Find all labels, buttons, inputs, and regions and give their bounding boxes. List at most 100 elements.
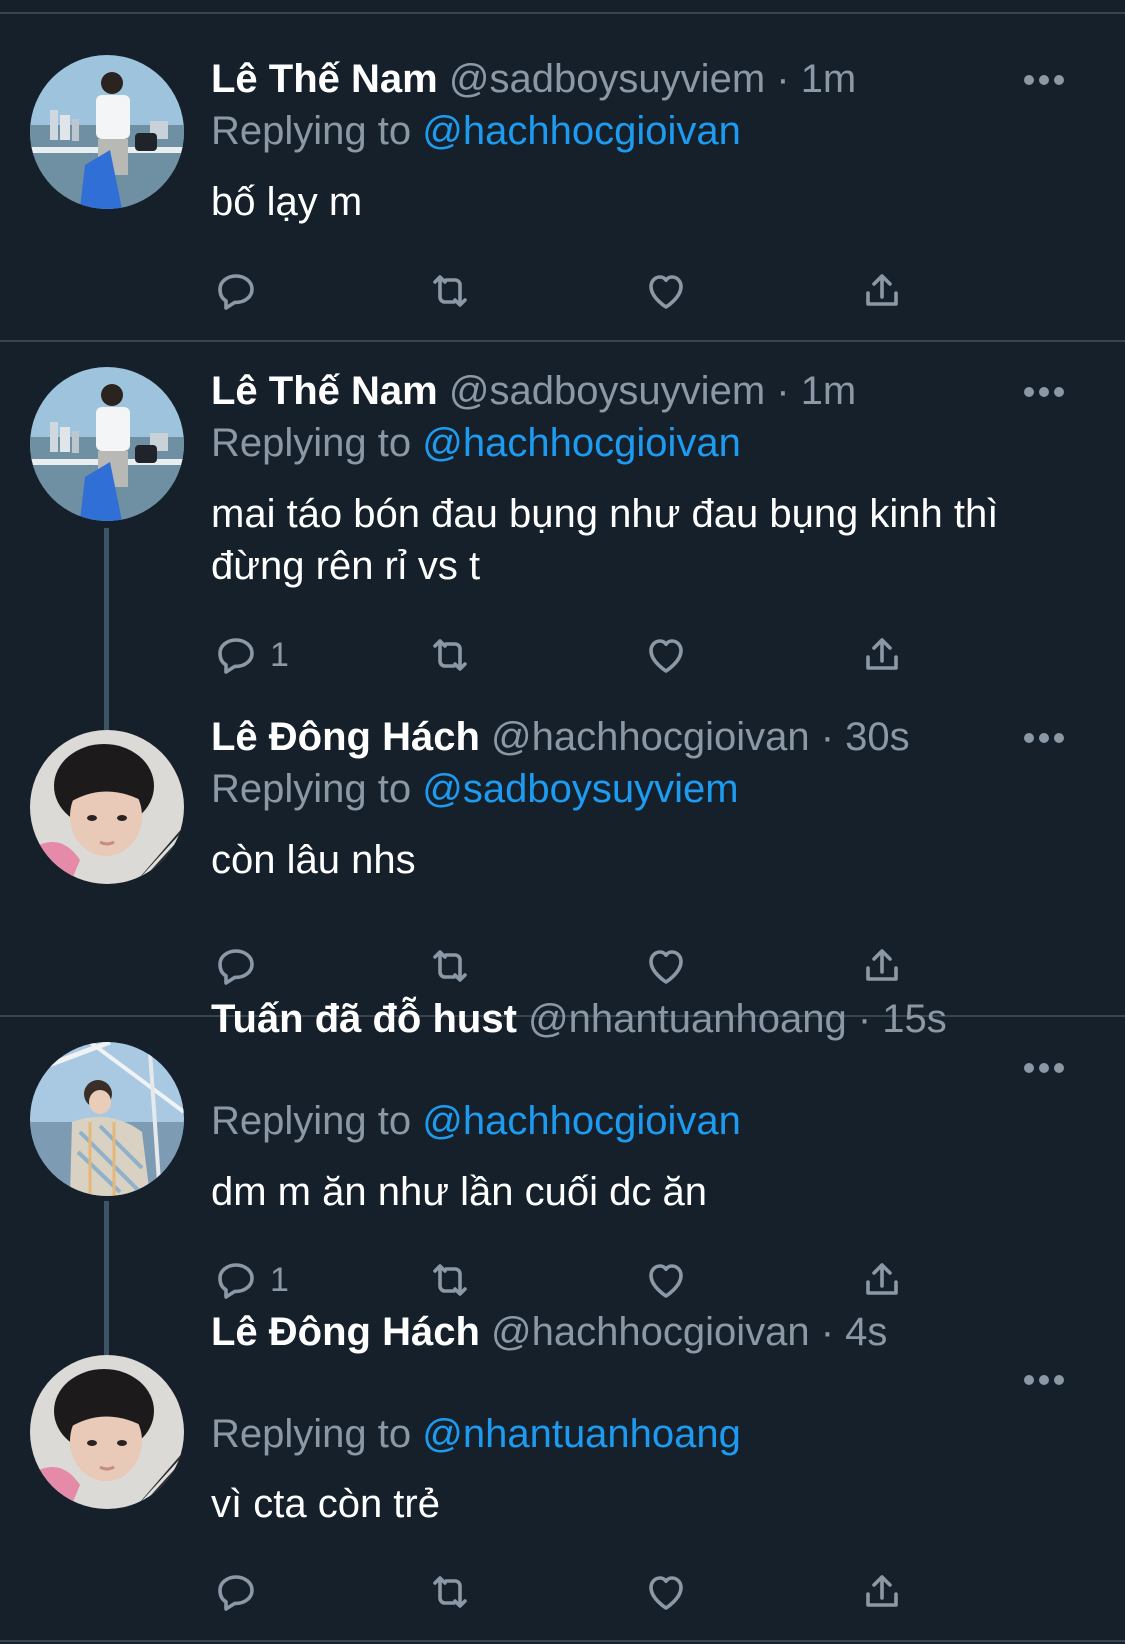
user-handle[interactable]: @hachhocgioivan <box>491 1310 810 1354</box>
timestamp[interactable]: 15s <box>882 997 947 1041</box>
heart-icon <box>649 1576 683 1610</box>
heart-icon <box>649 950 683 984</box>
mention-link[interactable]: @hachhocgioivan <box>422 1099 741 1143</box>
tweet-header: Tuấn đã đỗ hust @nhantuanhoang · 15s <box>211 996 947 1042</box>
like-button[interactable] <box>642 1567 690 1617</box>
heart-icon <box>649 275 683 309</box>
more-icon[interactable] <box>1024 75 1064 87</box>
avatar[interactable] <box>30 55 184 209</box>
tweet-actions: 1 <box>0 1255 1125 1305</box>
user-handle[interactable]: @sadboysuyviem <box>449 369 765 413</box>
meta-separator: · <box>765 369 801 413</box>
reply-button[interactable] <box>212 941 270 991</box>
reply-count: 1 <box>270 1260 289 1299</box>
reply-count: 1 <box>270 635 289 674</box>
tweet-text: bố lạy m <box>211 180 363 224</box>
replying-to: Replying to @sadboysuyviem <box>211 766 739 812</box>
tweet-header: Lê Đông Hách @hachhocgioivan · 30s <box>211 714 910 760</box>
heart-icon <box>649 1264 683 1298</box>
meta-separator: · <box>809 715 846 759</box>
divider <box>0 340 1125 342</box>
retweet-button[interactable] <box>426 630 474 680</box>
like-button[interactable] <box>642 941 690 991</box>
tweet-actions <box>0 1567 1125 1617</box>
tweet-actions <box>0 266 1125 316</box>
user-handle[interactable]: @sadboysuyviem <box>449 57 765 101</box>
retweet-button[interactable] <box>426 266 474 316</box>
meta-separator: · <box>809 1310 846 1354</box>
divider <box>0 12 1125 14</box>
thread-line <box>104 528 109 730</box>
reply-button[interactable]: 1 <box>212 630 289 680</box>
tweet-header: Lê Thế Nam @sadboysuyviem · 1m <box>211 56 856 102</box>
retweet-button[interactable] <box>426 1567 474 1617</box>
mention-link[interactable]: @hachhocgioivan <box>422 421 741 465</box>
share-icon <box>866 949 898 981</box>
display-name[interactable]: Lê Đông Hách <box>211 1310 480 1354</box>
tweet-text: mai táo bón đau bụng như đau bụng kinh t… <box>211 492 999 588</box>
timestamp[interactable]: 1m <box>801 57 857 101</box>
retweet-button[interactable] <box>426 1255 474 1305</box>
more-icon[interactable] <box>1024 1375 1064 1387</box>
tweet-header: Lê Thế Nam @sadboysuyviem · 1m <box>211 368 856 414</box>
replying-to-label: Replying to <box>211 1099 423 1143</box>
replying-to: Replying to @hachhocgioivan <box>211 420 741 466</box>
share-button[interactable] <box>858 630 906 680</box>
like-button[interactable] <box>642 630 690 680</box>
avatar[interactable] <box>30 1042 184 1196</box>
avatar[interactable] <box>30 730 184 884</box>
retweet-icon <box>433 1576 467 1608</box>
share-icon <box>866 274 898 306</box>
tweet-text: còn lâu nhs <box>211 838 416 882</box>
timestamp[interactable]: 30s <box>845 715 910 759</box>
reply-button[interactable] <box>212 1567 270 1617</box>
mention-link[interactable]: @hachhocgioivan <box>422 109 741 153</box>
share-icon <box>866 1575 898 1607</box>
reply-icon <box>218 274 254 310</box>
mention-link[interactable]: @nhantuanhoang <box>422 1412 741 1456</box>
tweet-actions: 1 <box>0 630 1125 680</box>
reply-icon <box>218 638 254 674</box>
more-icon[interactable] <box>1024 387 1064 399</box>
retweet-icon <box>433 275 467 307</box>
user-handle[interactable]: @nhantuanhoang <box>528 997 847 1041</box>
share-button[interactable] <box>858 1567 906 1617</box>
timestamp[interactable]: 1m <box>801 369 857 413</box>
display-name[interactable]: Lê Thế Nam <box>211 369 438 413</box>
retweet-icon <box>433 639 467 671</box>
more-icon[interactable] <box>1024 1063 1064 1075</box>
reply-icon <box>218 1263 254 1299</box>
replying-to: Replying to @hachhocgioivan <box>211 1098 741 1144</box>
retweet-button[interactable] <box>426 941 474 991</box>
tweet-header: Lê Đông Hách @hachhocgioivan · 4s <box>211 1309 887 1355</box>
share-icon <box>866 638 898 670</box>
display-name[interactable]: Lê Đông Hách <box>211 715 480 759</box>
like-button[interactable] <box>642 266 690 316</box>
replying-to-label: Replying to <box>211 767 423 811</box>
more-icon[interactable] <box>1024 733 1064 745</box>
replying-to-label: Replying to <box>211 109 423 153</box>
share-button[interactable] <box>858 266 906 316</box>
timestamp[interactable]: 4s <box>845 1310 887 1354</box>
share-button[interactable] <box>858 941 906 991</box>
share-icon <box>866 1263 898 1295</box>
replying-to: Replying to @hachhocgioivan <box>211 108 741 154</box>
avatar[interactable] <box>30 367 184 521</box>
retweet-icon <box>433 1264 467 1296</box>
mention-link[interactable]: @sadboysuyviem <box>422 767 738 811</box>
display-name[interactable]: Tuấn đã đỗ hust <box>211 997 517 1041</box>
reply-button[interactable] <box>212 266 270 316</box>
avatar[interactable] <box>30 1355 184 1509</box>
tweet-text: vì cta còn trẻ <box>211 1482 440 1526</box>
meta-separator: · <box>846 997 883 1041</box>
tweet-text: dm m ăn như lần cuối dc ăn <box>211 1170 707 1214</box>
reply-button[interactable]: 1 <box>212 1255 289 1305</box>
share-button[interactable] <box>858 1255 906 1305</box>
reply-icon <box>218 949 254 985</box>
replying-to-label: Replying to <box>211 1412 423 1456</box>
user-handle[interactable]: @hachhocgioivan <box>491 715 810 759</box>
heart-icon <box>649 639 683 673</box>
replying-to: Replying to @nhantuanhoang <box>211 1411 741 1457</box>
like-button[interactable] <box>642 1255 690 1305</box>
display-name[interactable]: Lê Thế Nam <box>211 57 438 101</box>
